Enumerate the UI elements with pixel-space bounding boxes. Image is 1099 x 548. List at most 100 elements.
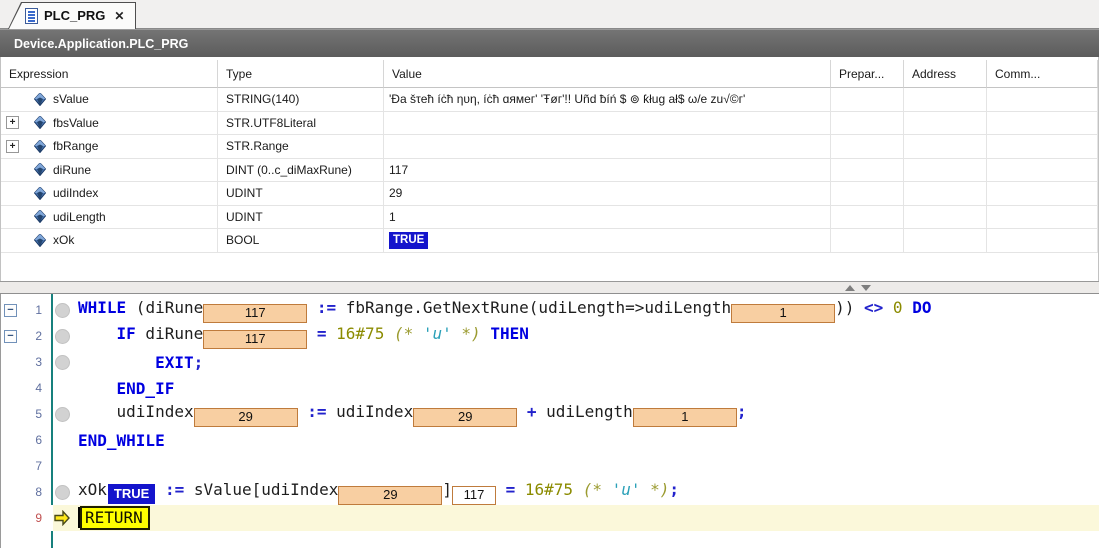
expression-cell: diRune [1,159,218,183]
token-cmt: (* [394,324,423,343]
prepared-value-cell[interactable] [831,88,904,112]
st-code-editor[interactable]: − 1WHILE (diRune117 := fbRange.GetNextRun… [0,294,1099,548]
watch-row-udiIndex[interactable]: udiIndexUDINT29 [1,182,1098,206]
value-cell[interactable]: 1 [384,206,831,230]
token-op: = [317,324,327,343]
tab-plc-prg[interactable]: PLC_PRG ✕ [8,2,136,29]
breakpoint-slot-icon[interactable] [55,485,70,500]
token-kw: END_WHILE [78,431,165,450]
column-header-value[interactable]: Value [384,60,831,88]
line-number: 3 [21,355,48,369]
code-line-2: −2 IF diRune117 = 16#75 (* 'u' *) THEN [1,323,1099,349]
token-op: ; [669,480,679,499]
value-text: 29 [389,186,402,200]
expander-slot: + [6,140,34,153]
expander-slot: + [6,116,34,129]
token-id [78,353,155,372]
tab-close-icon[interactable]: ✕ [114,10,124,22]
value-cell[interactable]: 'Đa šτeħ íċħ ηυη, íċħ ɑямег' 'Ŧøг'!! Uñd… [384,88,831,112]
value-text: 1 [389,210,396,224]
splitter-down-arrow-icon[interactable] [861,285,871,291]
watch-row-udiLength[interactable]: udiLengthUDINT1 [1,206,1098,230]
breakpoint-column[interactable] [48,510,76,526]
token-kw: IF [117,324,136,343]
expand-toggle-icon[interactable]: + [6,140,19,153]
breakpoint-slot-icon[interactable] [55,329,70,344]
token-id [883,298,893,317]
inline-monitor-box: 1 [731,304,835,323]
prepared-value-cell[interactable] [831,135,904,159]
value-cell[interactable] [384,112,831,136]
address-cell [904,182,987,206]
inline-monitor-box: 117 [203,304,307,323]
token-op: = [506,480,516,499]
breakpoint-slot-icon[interactable] [55,303,70,318]
value-cell[interactable]: 117 [384,159,831,183]
token-id [298,402,308,421]
value-cell[interactable] [384,135,831,159]
column-header-address[interactable]: Address [904,60,987,88]
split-view-divider[interactable] [0,281,1099,294]
fold-toggle-icon[interactable]: − [4,304,17,317]
fold-toggle-icon[interactable]: − [4,330,17,343]
breakpoint-column[interactable] [48,329,76,344]
type-cell: STR.Range [218,135,384,159]
watch-row-fbsValue[interactable]: +fbsValueSTR.UTF8Literal [1,112,1098,136]
code-text: WHILE (diRune117 := fbRange.GetNextRune(… [76,298,931,323]
address-cell [904,88,987,112]
prepared-value-cell[interactable] [831,182,904,206]
inline-monitor-box: 29 [338,486,442,505]
code-line-6: 6 END_WHILE [1,427,1099,453]
column-header-expression[interactable]: Expression [1,60,218,88]
token-id: diRune [136,324,203,343]
splitter-up-arrow-icon[interactable] [845,285,855,291]
prepared-value-cell[interactable] [831,229,904,253]
token-id [327,324,337,343]
column-header-comment[interactable]: Comm... [987,60,1098,88]
comment-cell [987,182,1098,206]
expression-label: xOk [53,233,74,247]
token-id [517,402,527,421]
token-id: fbRange.GetNextRune(udiLength=>udiLength [336,298,731,317]
column-header-prepared[interactable]: Prepar... [831,60,904,88]
token-kw: THEN [490,324,529,343]
prepared-value-cell[interactable] [831,206,904,230]
expand-toggle-icon[interactable]: + [6,116,19,129]
value-cell[interactable]: TRUE [384,229,831,253]
breakpoint-column[interactable] [48,407,76,422]
value-cell[interactable]: 29 [384,182,831,206]
type-cell: UDINT [218,182,384,206]
token-id [78,324,117,343]
breakpoint-slot-icon[interactable] [55,355,70,370]
breakpoint-column[interactable] [48,303,76,318]
code-line-1: − 1WHILE (diRune117 := fbRange.GetNextRun… [1,297,1099,323]
breakpoint-column[interactable] [48,355,76,370]
prepared-value-cell[interactable] [831,159,904,183]
code-text: END_WHILE [76,431,165,450]
variable-diamond-icon [34,163,46,176]
code-line-3: 3 EXIT; [1,349,1099,375]
token-id: udiIndex [327,402,414,421]
breakpoint-column[interactable] [48,485,76,500]
token-cmt: *) [452,324,481,343]
pou-document-icon [25,8,38,24]
breakpoint-slot-icon[interactable] [55,407,70,422]
address-cell [904,206,987,230]
token-op: ; [737,402,747,421]
column-header-type[interactable]: Type [218,60,384,88]
watch-row-xOk[interactable]: xOkBOOLTRUE [1,229,1098,253]
variable-diamond-icon [34,234,46,247]
prepared-value-cell[interactable] [831,112,904,136]
token-kw: EXIT [155,353,194,372]
watch-row-diRune[interactable]: diRuneDINT (0..c_diMaxRune)117 [1,159,1098,183]
line-number: 6 [21,433,48,447]
token-num: 16#75 [525,480,573,499]
current-statement-highlight: RETURN [80,506,150,530]
watch-row-fbRange[interactable]: +fbRangeSTR.Range [1,135,1098,159]
token-id: xOk [78,480,107,499]
variable-diamond-icon [34,116,46,129]
token-cmt: *) [641,480,670,499]
comment-cell [987,135,1098,159]
watch-row-sValue[interactable]: sValueSTRING(140)'Đa šτeħ íċħ ηυη, íċħ ɑ… [1,88,1098,112]
token-id: sValue[udiIndex [184,480,338,499]
